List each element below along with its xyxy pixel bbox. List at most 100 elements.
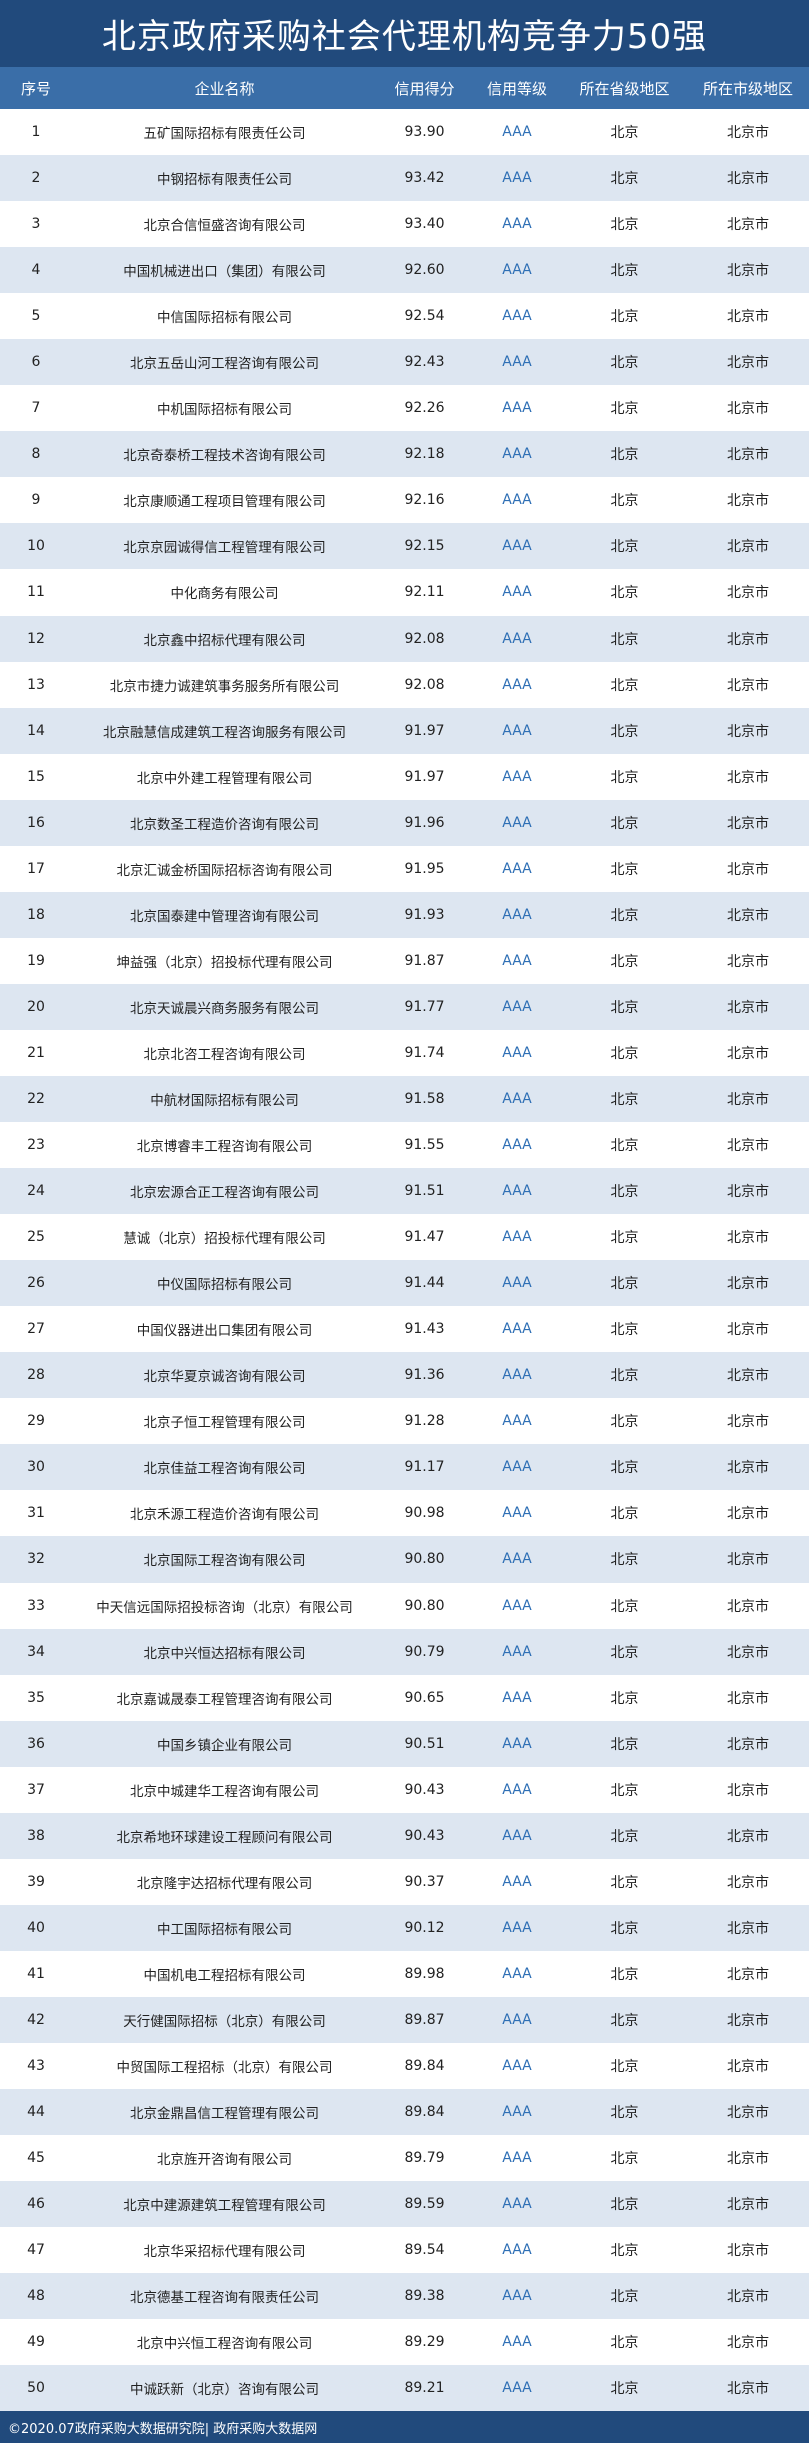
cell-name: 北京合信恒盛咨询有限公司 <box>143 218 306 235</box>
cell-province: 北京 <box>610 493 639 510</box>
cell-name: 北京中建源建筑工程管理有限公司 <box>123 2198 326 2215</box>
table-row: 22 中航材国际招标有限公司 91.58 AAA 北京 北京市 <box>0 1075 809 1123</box>
cell-city: 北京市 <box>727 2243 769 2260</box>
cell-name: 北京北咨工程咨询有限公司 <box>143 1046 306 1063</box>
table-row: 12 北京鑫中招标代理有限公司 92.08 AAA 北京 北京市 <box>0 615 809 662</box>
cell-rank: 4 <box>31 262 41 279</box>
cell-province: 北京 <box>610 1966 639 1983</box>
cell-grade: AAA <box>502 1873 532 1890</box>
table-row: 4 中国机械进出口（集团）有限公司 92.60 AAA 北京 北京市 <box>0 247 809 294</box>
cell-province: 北京 <box>610 1506 639 1523</box>
cell-rank: 29 <box>27 1413 45 1430</box>
cell-grade: AAA <box>502 2334 532 2351</box>
cell-rank: 22 <box>27 1091 45 1107</box>
cell-province: 北京 <box>610 1414 639 1431</box>
cell-province: 北京 <box>610 1552 639 1569</box>
cell-rank: 5 <box>31 308 41 325</box>
cell-city: 北京市 <box>727 539 769 556</box>
cell-city: 北京市 <box>727 1828 769 1845</box>
table-row: 17 北京汇诚金桥国际招标咨询有限公司 91.95 AAA 北京 北京市 <box>0 845 809 892</box>
cell-grade: AAA <box>502 1505 532 1522</box>
table-row: 46 北京中建源建筑工程管理有限公司 89.59 AAA 北京 北京市 <box>0 2181 809 2228</box>
cell-name: 中化商务有限公司 <box>170 586 279 603</box>
cell-rank: 13 <box>27 676 45 693</box>
table-row: 39 北京隆宇达招标代理有限公司 90.37 AAA 北京 北京市 <box>0 1858 809 1905</box>
cell-city: 北京市 <box>727 2381 769 2398</box>
cell-name: 中信国际招标有限公司 <box>157 310 292 327</box>
table-row: 43 中贸国际工程招标（北京）有限公司 89.84 AAA 北京 北京市 <box>0 2042 809 2090</box>
table-row: 10 北京京园诚得信工程管理有限公司 92.15 AAA 北京 北京市 <box>0 523 809 570</box>
cell-name: 坤益强（北京）招投标代理有限公司 <box>116 954 333 971</box>
cell-score: 92.43 <box>404 354 445 371</box>
table-row: 45 北京旌开咨询有限公司 89.79 AAA 北京 北京市 <box>0 2135 809 2182</box>
cell-score: 89.59 <box>404 2196 445 2213</box>
cell-grade: AAA <box>502 952 532 969</box>
cell-rank: 18 <box>27 906 45 923</box>
table-row: 7 中机国际招标有限公司 92.26 AAA 北京 北京市 <box>0 385 809 432</box>
cell-city: 北京市 <box>727 401 769 418</box>
cell-province: 北京 <box>610 171 639 188</box>
cell-score: 90.43 <box>404 1827 445 1844</box>
cell-grade: AAA <box>502 1827 532 1844</box>
cell-city: 北京市 <box>727 769 769 786</box>
cell-score: 92.16 <box>404 492 445 509</box>
table-row: 18 北京国泰建中管理咨询有限公司 91.93 AAA 北京 北京市 <box>0 891 809 938</box>
cell-province: 北京 <box>610 907 639 924</box>
cell-rank: 46 <box>27 2196 45 2213</box>
cell-rank: 42 <box>27 2011 45 2028</box>
cell-rank: 16 <box>27 814 45 831</box>
table-row: 9 北京康顺通工程项目管理有限公司 92.16 AAA 北京 北京市 <box>0 477 809 524</box>
cell-score: 92.08 <box>404 676 445 693</box>
cell-name: 北京京园诚得信工程管理有限公司 <box>123 540 326 557</box>
cell-name: 中诚跃新（北京）咨询有限公司 <box>130 2382 319 2399</box>
page-title: 北京政府采购社会代理机构竞争力50强 <box>0 0 809 67</box>
cell-province: 北京 <box>610 1828 639 1845</box>
cell-city: 北京市 <box>727 1092 769 1108</box>
cell-score: 91.58 <box>404 1091 445 1107</box>
header-province: 所在省级地区 <box>579 79 670 98</box>
cell-province: 北京 <box>610 1736 639 1753</box>
cell-rank: 47 <box>27 2242 45 2259</box>
cell-province: 北京 <box>610 2105 639 2122</box>
cell-name: 北京天诚晨兴商务服务有限公司 <box>130 1000 319 1017</box>
table-row: 33 中天信远国际招投标咨询（北京）有限公司 90.80 AAA 北京 北京市 <box>0 1582 809 1629</box>
cell-name: 北京康顺通工程项目管理有限公司 <box>123 494 326 511</box>
cell-score: 92.26 <box>404 400 445 417</box>
cell-city: 北京市 <box>727 447 769 464</box>
cell-city: 北京市 <box>727 1230 769 1247</box>
cell-grade: AAA <box>502 998 532 1015</box>
cell-rank: 39 <box>27 1873 45 1890</box>
cell-name: 五矿国际招标有限责任公司 <box>143 126 306 143</box>
cell-rank: 21 <box>27 1044 45 1061</box>
cell-name: 中国仪器进出口集团有限公司 <box>136 1323 313 1340</box>
cell-province: 北京 <box>610 1276 639 1293</box>
cell-rank: 19 <box>27 952 45 969</box>
cell-province: 北京 <box>610 769 639 786</box>
cell-grade: AAA <box>502 1919 532 1936</box>
cell-grade: AAA <box>502 170 532 187</box>
cell-rank: 43 <box>27 2057 45 2074</box>
cell-name: 中天信远国际招投标咨询（北京）有限公司 <box>96 1599 353 1616</box>
cell-city: 北京市 <box>727 171 769 188</box>
table-row: 1 五矿国际招标有限责任公司 93.90 AAA 北京 北京市 <box>0 109 809 156</box>
cell-score: 92.11 <box>404 584 445 601</box>
cell-name: 中国机械进出口（集团）有限公司 <box>123 264 326 281</box>
cell-grade: AAA <box>502 1965 532 1982</box>
cell-rank: 2 <box>31 170 41 187</box>
cell-score: 90.51 <box>404 1735 445 1752</box>
cell-name: 北京嘉诚晟泰工程管理咨询有限公司 <box>116 1691 333 1708</box>
table-row: 3 北京合信恒盛咨询有限公司 93.40 AAA 北京 北京市 <box>0 201 809 248</box>
cell-grade: AAA <box>502 906 532 923</box>
cell-score: 93.90 <box>404 124 445 141</box>
cell-city: 北京市 <box>727 723 769 740</box>
cell-province: 北京 <box>610 539 639 556</box>
cell-city: 北京市 <box>727 1736 769 1753</box>
cell-city: 北京市 <box>727 1690 769 1707</box>
cell-province: 北京 <box>610 723 639 740</box>
cell-province: 北京 <box>610 1920 639 1937</box>
cell-city: 北京市 <box>727 1920 769 1937</box>
table-row: 13 北京市捷力诚建筑事务服务所有限公司 92.08 AAA 北京 北京市 <box>0 661 809 708</box>
cell-rank: 33 <box>27 1597 45 1614</box>
table-row: 27 中国仪器进出口集团有限公司 91.43 AAA 北京 北京市 <box>0 1306 809 1353</box>
cell-score: 89.98 <box>404 1965 445 1982</box>
